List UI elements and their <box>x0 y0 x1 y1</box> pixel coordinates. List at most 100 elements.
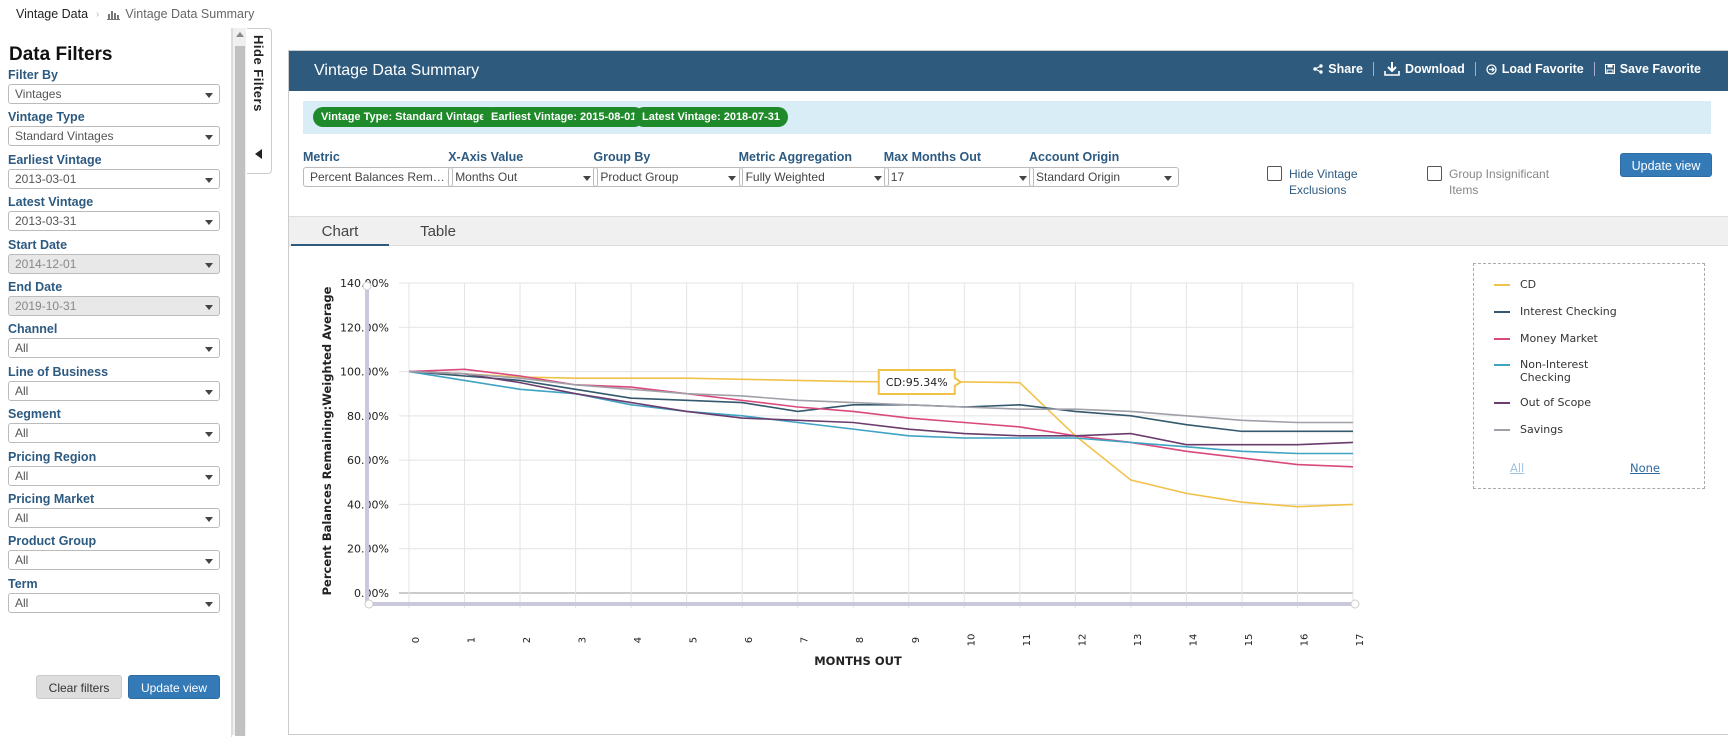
legend-item[interactable]: Out of Scope <box>1494 396 1640 409</box>
filter-value: All <box>15 511 29 525</box>
filter-select[interactable]: Standard Vintages <box>8 126 220 147</box>
filter-value: 2013-03-31 <box>15 214 77 229</box>
legend-item[interactable]: CD <box>1494 278 1640 291</box>
filter-value: All <box>15 468 29 483</box>
filter-select[interactable]: All <box>8 508 220 528</box>
x-tick-label: 16 <box>1299 634 1310 647</box>
breadcrumb-current-label: Vintage Data Summary <box>125 7 255 21</box>
sidebar-scrollbar[interactable] <box>232 28 246 736</box>
x-tick-label: 14 <box>1188 634 1199 647</box>
filter-value: All <box>15 426 29 441</box>
breadcrumb-root[interactable]: Vintage Data <box>16 7 88 21</box>
x-tick-label: 4 <box>633 637 644 643</box>
filter-channel: Channel All <box>8 322 220 359</box>
control-select[interactable]: Months Out <box>448 167 599 187</box>
chart-area: 0.00%20.00%40.00%60.00%80.00%100.00%120.… <box>289 251 1728 731</box>
line-chart: 0.00%20.00%40.00%60.00%80.00%100.00%120.… <box>320 277 1366 668</box>
x-tick-label: 11 <box>1022 634 1033 647</box>
filter-select[interactable]: All <box>8 338 220 359</box>
filter-select: 2014-12-01 <box>8 253 220 274</box>
filter-label: Start Date <box>8 237 68 252</box>
legend-item[interactable]: Savings <box>1494 423 1640 436</box>
control-x-axis-value: X-Axis Value Months Out <box>448 150 599 187</box>
load-favorite-button[interactable]: Load Favorite <box>1474 62 1594 76</box>
filter-select[interactable]: All <box>8 423 220 444</box>
filter-value: All <box>15 341 29 356</box>
chevron-down-icon <box>205 177 213 183</box>
filter-select[interactable]: All <box>8 380 220 401</box>
filter-select[interactable]: 2013-03-31 <box>8 211 220 232</box>
control-max-months-out: Max Months Out 17 <box>883 150 1034 187</box>
y-tick-label: 0.00% <box>354 587 389 600</box>
x-tick-label: 7 <box>800 637 811 643</box>
chevron-down-icon <box>205 601 213 607</box>
filter-label: Latest Vintage <box>8 195 94 210</box>
control-select[interactable]: 17 <box>883 167 1034 187</box>
x-tick-label: 10 <box>966 634 977 647</box>
legend-all-link[interactable]: All <box>1510 461 1524 475</box>
checkbox-box[interactable] <box>1427 166 1442 181</box>
legend-none-link[interactable]: None <box>1630 461 1660 475</box>
filter-label: Segment <box>8 407 61 422</box>
clear-filters-button[interactable]: Clear filters <box>36 675 122 699</box>
filter-label: Product Group <box>8 534 97 549</box>
chip-vintage-type: Vintage Type: Standard Vintages <box>313 107 500 127</box>
tab-table[interactable]: Table <box>389 217 487 246</box>
chevron-down-icon <box>873 176 882 181</box>
legend-swatch <box>1494 364 1510 366</box>
control-select[interactable]: Product Group <box>593 167 744 187</box>
filter-select[interactable]: Vintages <box>8 84 220 104</box>
filter-select: 2019-10-31 <box>8 296 220 316</box>
bar-chart-icon <box>107 10 121 20</box>
filter-label: Line of Business <box>8 364 109 379</box>
save-favorite-button[interactable]: Save Favorite <box>1593 62 1711 76</box>
filter-select[interactable]: All <box>8 465 220 486</box>
control-metric: Metric Percent Balances Rem… <box>303 150 453 187</box>
tab-chart[interactable]: Chart <box>291 217 389 246</box>
x-tick-label: 5 <box>689 637 700 643</box>
group-insignificant-items-checkbox[interactable]: Group Insignificant Items <box>1427 166 1559 198</box>
breadcrumb-separator: › <box>96 8 100 20</box>
x-tick-label: 1 <box>467 637 478 643</box>
sidebar-update-view-button[interactable]: Update view <box>128 675 220 699</box>
update-view-button[interactable]: Update view <box>1620 153 1712 177</box>
share-label: Share <box>1328 62 1364 76</box>
filter-select[interactable]: 2013-03-01 <box>8 168 220 189</box>
hide-filters-toggle[interactable]: Hide Filters <box>247 28 272 174</box>
legend-item[interactable]: Money Market <box>1494 332 1640 345</box>
checkbox-box[interactable] <box>1267 166 1282 181</box>
hide-vintage-exclusions-checkbox[interactable]: Hide Vintage Exclusions <box>1267 166 1399 198</box>
y-tick-label: 100.00% <box>340 366 389 379</box>
filter-end-date: End Date 2019-10-31 <box>8 280 220 316</box>
filter-label: Filter By <box>8 68 59 82</box>
legend-item[interactable]: Interest Checking <box>1494 305 1640 318</box>
control-select[interactable]: Percent Balances Rem… <box>303 167 453 187</box>
chip-latest-vintage: Latest Vintage: 2018-07-31 <box>634 107 788 127</box>
scrollbar-thumb[interactable] <box>235 46 245 736</box>
control-label: Metric Aggregation <box>738 150 853 164</box>
x-tick-label: 15 <box>1244 634 1255 647</box>
download-icon <box>1384 62 1400 76</box>
filter-label: Vintage Type <box>8 110 85 125</box>
chevron-down-icon <box>205 432 213 438</box>
filter-select[interactable]: All <box>8 592 220 613</box>
control-select[interactable]: Standard Origin <box>1029 167 1179 187</box>
applied-filters-bar: Vintage Type: Standard Vintages Earliest… <box>303 101 1711 134</box>
filter-select[interactable]: All <box>8 550 220 571</box>
x-tick-label: 0 <box>411 637 422 643</box>
chevron-down-icon <box>205 517 213 522</box>
download-label: Download <box>1405 62 1465 76</box>
y-tick-label: 120.00% <box>340 321 389 334</box>
download-button[interactable]: Download <box>1373 62 1475 76</box>
chevron-down-icon <box>205 135 213 141</box>
filter-term: Term All <box>8 577 220 613</box>
scroll-up-arrow-icon[interactable] <box>236 32 244 37</box>
save-icon <box>1604 64 1615 74</box>
share-button[interactable]: Share <box>1303 62 1373 76</box>
load-favorite-label: Load Favorite <box>1501 62 1584 76</box>
filter-value: All <box>15 595 29 610</box>
filters-sidebar: Data Filters Filter By Vintages Vintage Ty… <box>0 28 232 737</box>
breadcrumb-current: Vintage Data Summary <box>107 7 254 21</box>
legend-item[interactable]: Non-Interest Checking <box>1494 358 1640 384</box>
control-select[interactable]: Fully Weighted <box>738 167 889 187</box>
